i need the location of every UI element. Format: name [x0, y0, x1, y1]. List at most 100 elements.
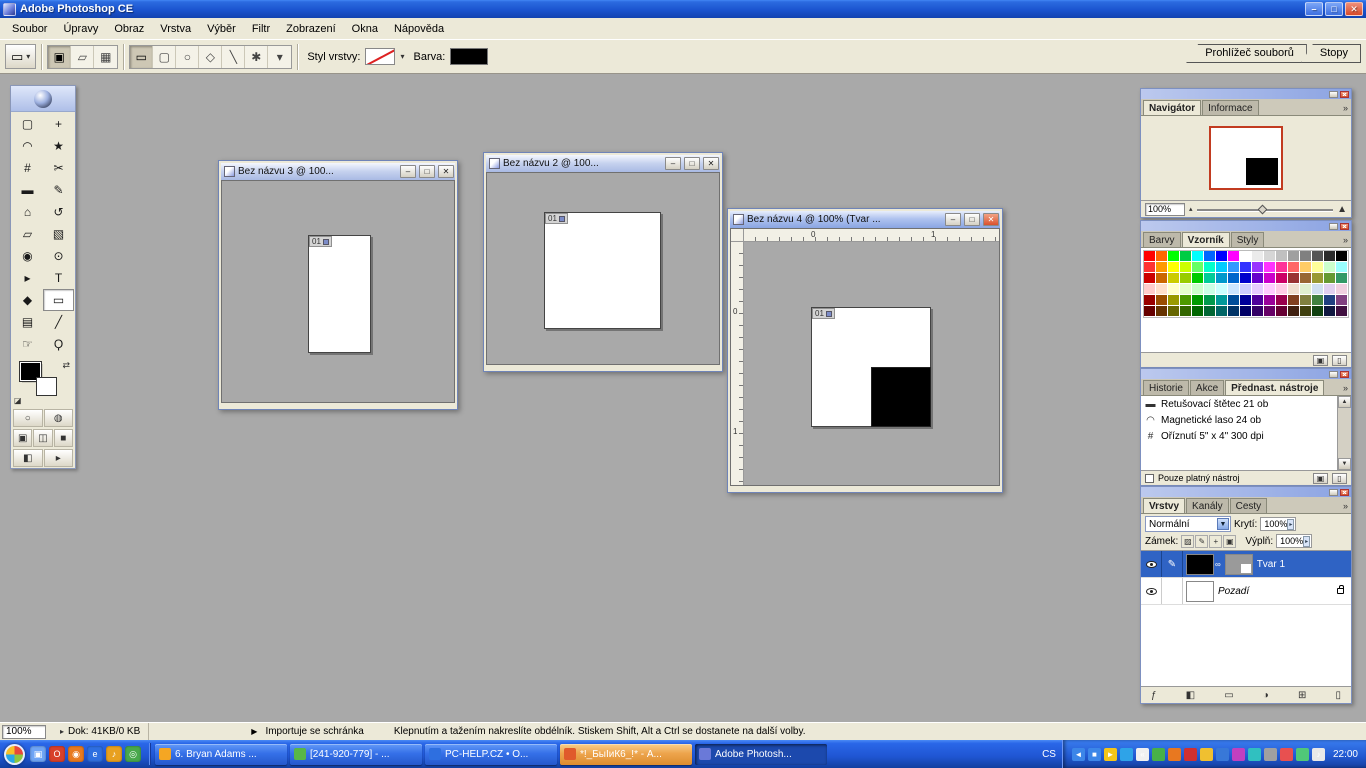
- mask-thumbnail[interactable]: [1225, 554, 1253, 575]
- document-area[interactable]: 01: [221, 180, 455, 403]
- color-swatch[interactable]: [1300, 273, 1312, 284]
- slider-thumb[interactable]: [1258, 204, 1268, 214]
- document-area[interactable]: 01: [486, 172, 720, 365]
- shape-tool[interactable]: ▭: [43, 289, 74, 311]
- custom-shape-tool-button[interactable]: ✱: [245, 46, 268, 68]
- tab-cesty[interactable]: Cesty: [1230, 498, 1268, 513]
- standard-mode-button[interactable]: ○: [13, 409, 43, 427]
- color-swatch[interactable]: [1192, 251, 1204, 262]
- tray-icon[interactable]: [1168, 748, 1181, 761]
- fill-field[interactable]: 100% ▸: [1276, 534, 1312, 548]
- color-swatch[interactable]: [1324, 284, 1336, 295]
- color-swatch[interactable]: [1204, 284, 1216, 295]
- panel-titlebar[interactable]: [1141, 369, 1351, 379]
- imageready-arrow-button[interactable]: ▸: [44, 449, 74, 467]
- menu-napoveda[interactable]: Nápověda: [386, 20, 452, 38]
- tab-styly[interactable]: Styly: [1231, 232, 1265, 247]
- scroll-down-button[interactable]: ▼: [1338, 458, 1351, 470]
- color-swatch[interactable]: [1192, 306, 1204, 317]
- color-swatch[interactable]: [1264, 251, 1276, 262]
- navigator-preview[interactable]: [1209, 126, 1283, 190]
- messenger-icon[interactable]: ◎: [125, 746, 141, 762]
- tray-icon[interactable]: [1296, 748, 1309, 761]
- layer-thumbnail[interactable]: [1186, 554, 1214, 575]
- tab-informace[interactable]: Informace: [1202, 100, 1258, 115]
- shape-layers-button[interactable]: ▣: [48, 46, 71, 68]
- color-swatch[interactable]: [1264, 284, 1276, 295]
- tab-historie[interactable]: Historie: [1143, 380, 1189, 395]
- color-swatch[interactable]: [1228, 273, 1240, 284]
- new-layer-set-button[interactable]: ▭: [1224, 690, 1233, 701]
- blend-mode-dropdown[interactable]: Normální ▼: [1145, 516, 1231, 532]
- panel-menu-button[interactable]: »: [1340, 383, 1351, 395]
- firefox-icon[interactable]: ◉: [68, 746, 84, 762]
- brushes-tab[interactable]: Stopy: [1301, 44, 1361, 63]
- color-swatch[interactable]: [1216, 295, 1228, 306]
- tray-icon[interactable]: ►: [1104, 748, 1117, 761]
- scroll-up-button[interactable]: ▲: [1338, 396, 1351, 408]
- color-swatch[interactable]: [1216, 251, 1228, 262]
- delete-layer-button[interactable]: ▯: [1335, 690, 1341, 701]
- blur-tool[interactable]: ◉: [12, 245, 43, 267]
- color-swatch[interactable]: [1216, 273, 1228, 284]
- color-swatch[interactable]: [1168, 262, 1180, 273]
- canvas[interactable]: 01: [811, 307, 931, 427]
- document-titlebar[interactable]: Bez názvu 2 @ 100... – □ ✕: [486, 155, 720, 172]
- color-swatch[interactable]: [1264, 306, 1276, 317]
- opacity-field[interactable]: 100% ▸: [1260, 517, 1296, 531]
- color-swatch[interactable]: [1276, 251, 1288, 262]
- tray-icon[interactable]: [1232, 748, 1245, 761]
- color-swatch[interactable]: [1300, 262, 1312, 273]
- layer-thumbnail[interactable]: [1186, 581, 1214, 602]
- color-swatch[interactable]: [1240, 262, 1252, 273]
- path-selection-tool[interactable]: ▸: [12, 267, 43, 289]
- panel-close-button[interactable]: [1340, 223, 1349, 230]
- doc-size-arrow-icon[interactable]: ▸: [60, 727, 64, 736]
- color-swatch[interactable]: [1288, 262, 1300, 273]
- gradient-tool[interactable]: ▧: [43, 223, 74, 245]
- color-swatch[interactable]: [1252, 251, 1264, 262]
- quick-mask-mode-button[interactable]: ◍: [44, 409, 74, 427]
- color-swatch[interactable]: [1288, 251, 1300, 262]
- color-swatch[interactable]: [1288, 284, 1300, 295]
- color-swatch[interactable]: [1312, 295, 1324, 306]
- color-swatch[interactable]: [1264, 262, 1276, 273]
- document-window-2[interactable]: Bez názvu 2 @ 100... – □ ✕ 01: [483, 152, 723, 372]
- lock-all-button[interactable]: ▣: [1223, 535, 1236, 548]
- file-browser-tab[interactable]: Prohlížeč souborů: [1186, 44, 1307, 63]
- visibility-toggle[interactable]: [1141, 551, 1162, 577]
- active-tool-only-checkbox[interactable]: [1145, 474, 1154, 483]
- background-color-swatch[interactable]: [36, 377, 57, 396]
- document-window-3[interactable]: Bez názvu 3 @ 100... – □ ✕ 01: [218, 160, 458, 410]
- taskbar-task[interactable]: Adobe Photosh...: [695, 744, 827, 765]
- color-swatch[interactable]: [1144, 251, 1156, 262]
- standard-screen-button[interactable]: ▣: [13, 429, 32, 447]
- color-swatch[interactable]: [1144, 262, 1156, 273]
- color-swatch[interactable]: [1192, 284, 1204, 295]
- color-swatch[interactable]: [1288, 295, 1300, 306]
- color-swatch[interactable]: [1264, 273, 1276, 284]
- panel-menu-button[interactable]: »: [1340, 103, 1351, 115]
- color-swatch[interactable]: [1192, 273, 1204, 284]
- tool-preset-item[interactable]: ◠Magnetické laso 24 ob: [1141, 412, 1337, 428]
- color-swatch[interactable]: [1156, 306, 1168, 317]
- panel-titlebar[interactable]: [1141, 89, 1351, 99]
- color-swatch[interactable]: [1324, 273, 1336, 284]
- delete-preset-button[interactable]: ▯: [1332, 473, 1347, 484]
- taskbar-task[interactable]: *!_БыІиК6_!* - A...: [560, 744, 692, 765]
- lock-transparency-button[interactable]: ▨: [1181, 535, 1194, 548]
- tab-vrstvy[interactable]: Vrstvy: [1143, 498, 1185, 513]
- rounded-rectangle-tool-button[interactable]: ▢: [153, 46, 176, 68]
- zoom-in-icon[interactable]: ▲: [1337, 204, 1347, 215]
- toolbox-header[interactable]: [11, 86, 75, 112]
- start-button[interactable]: [4, 744, 25, 765]
- tab-vzornik[interactable]: Vzorník: [1182, 232, 1230, 247]
- color-swatch[interactable]: [1216, 284, 1228, 295]
- spinner-icon[interactable]: ▸: [1303, 536, 1310, 547]
- color-swatch[interactable]: [1228, 251, 1240, 262]
- panel-menu-button[interactable]: »: [1340, 235, 1351, 247]
- color-swatch[interactable]: [1204, 251, 1216, 262]
- status-zoom-field[interactable]: 100%: [2, 725, 46, 739]
- shape-color-swatch[interactable]: [450, 48, 488, 65]
- color-swatch[interactable]: [1312, 262, 1324, 273]
